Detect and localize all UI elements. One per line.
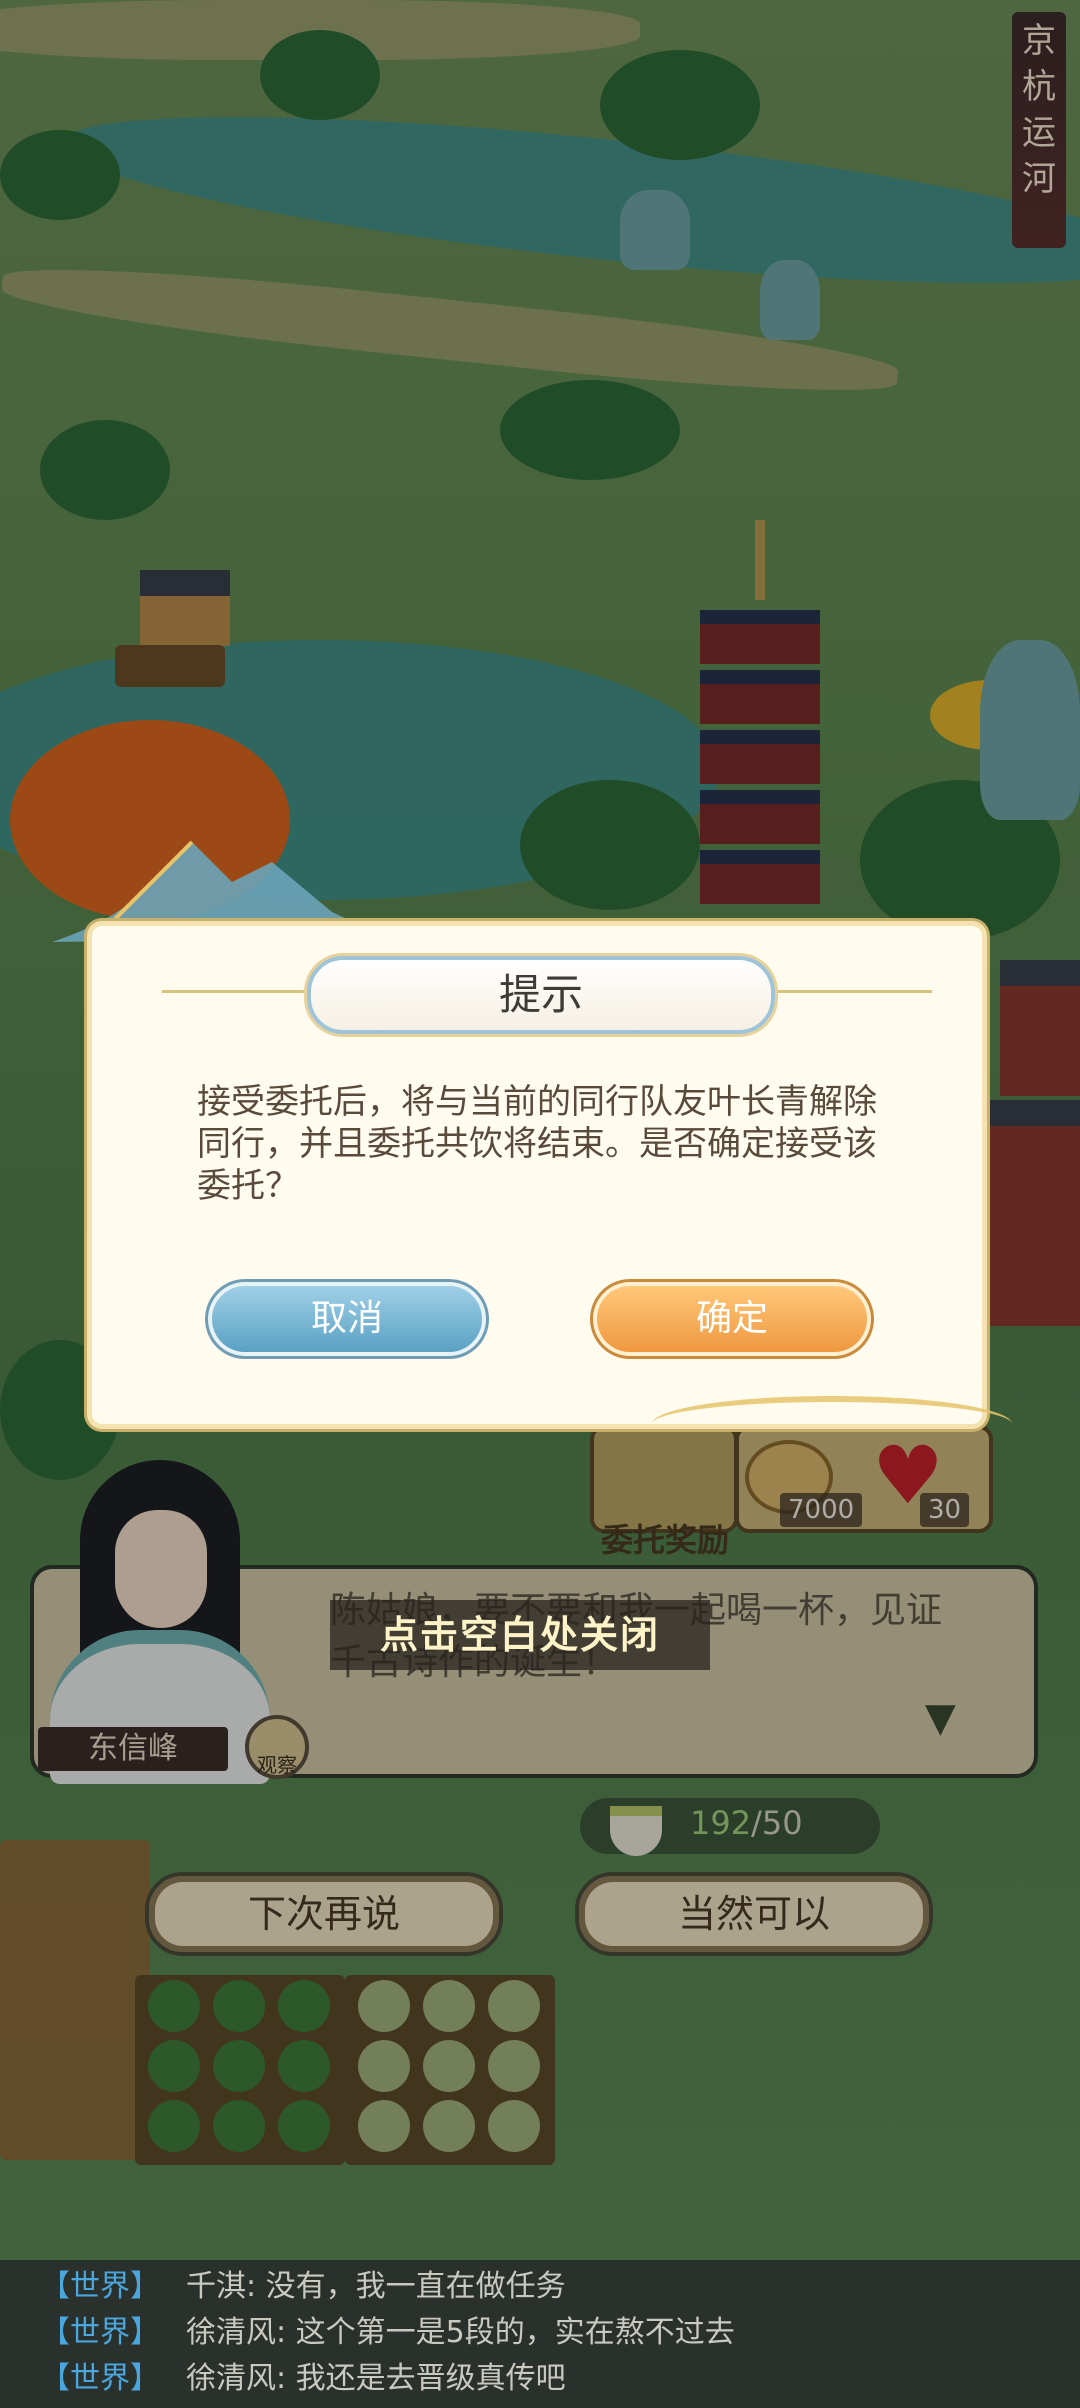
chat-text: 徐清风: 这个第一是5段的，实在熬不过去 (186, 2315, 735, 2350)
chat-message: 【世界】 徐清风: 我还是去晋级真传吧 (40, 2356, 566, 2402)
title-ornament-left (162, 990, 322, 993)
title-ornament-right (772, 990, 932, 993)
dialog-message: 接受委托后，将与当前的同行队友叶长青解除同行，并且委托共饮将结束。是否确定接受该… (197, 1082, 877, 1206)
confirm-button[interactable]: 确定 (597, 1286, 867, 1352)
chat-channel-tag: 【世界】 (40, 2269, 160, 2304)
gold-swirl-decoration (652, 1396, 1012, 1452)
world-chat[interactable]: 【世界】 千淇: 没有，我一直在做任务 【世界】 徐清风: 这个第一是5段的，实在熬… (0, 2260, 1080, 2408)
mountain-decoration (52, 840, 412, 942)
cancel-button[interactable]: 取消 (212, 1286, 482, 1352)
chat-channel-tag: 【世界】 (40, 2361, 160, 2396)
chat-channel-tag: 【世界】 (40, 2315, 160, 2350)
chat-text: 徐清风: 我还是去晋级真传吧 (186, 2361, 566, 2396)
confirm-dialog: 提示 接受委托后，将与当前的同行队友叶长青解除同行，并且委托共饮将结束。是否确定… (52, 840, 1012, 1424)
chat-message: 【世界】 徐清风: 这个第一是5段的，实在熬不过去 (40, 2310, 735, 2356)
close-hint: 点击空白处关闭 (330, 1600, 710, 1670)
dialog-title: 提示 (498, 970, 583, 1019)
chat-message: 【世界】 千淇: 没有，我一直在做任务 (40, 2264, 566, 2310)
chat-text: 千淇: 没有，我一直在做任务 (186, 2269, 566, 2304)
